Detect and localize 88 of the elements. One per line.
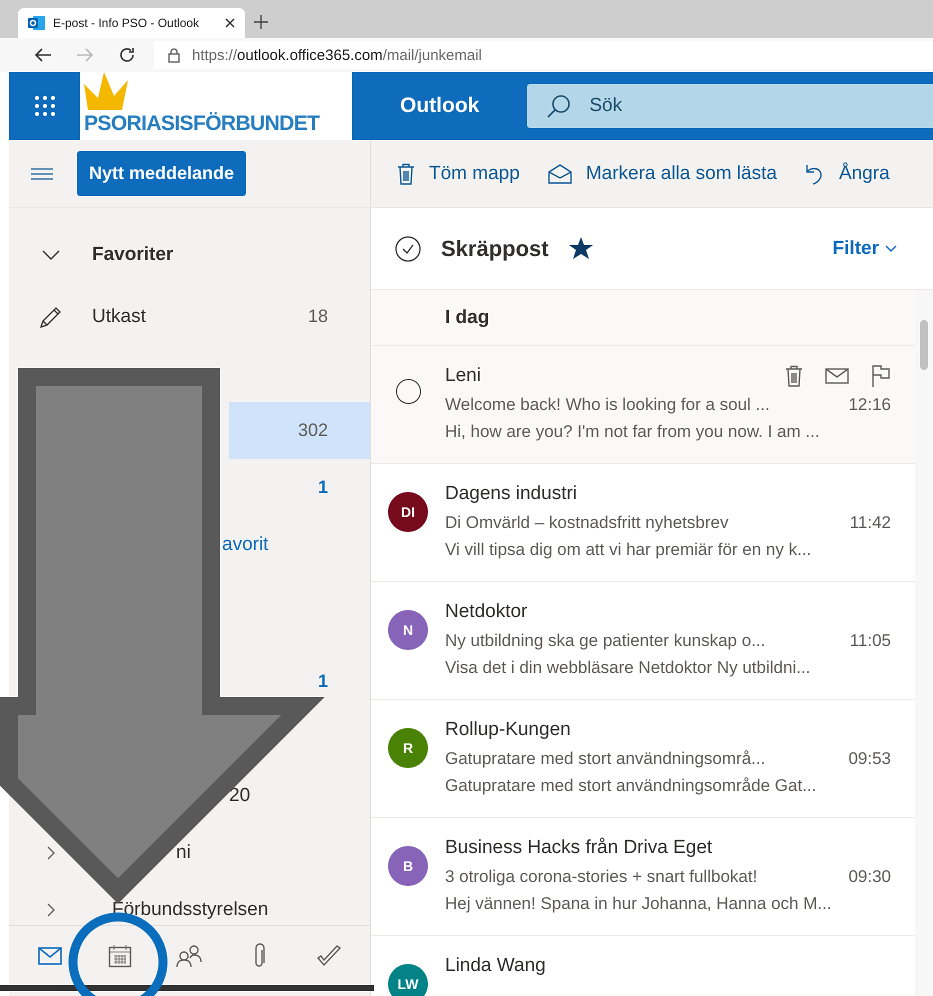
message-time: 11:05 [850,631,891,651]
message-row[interactable]: DI Dagens industri Di Omvärld – kostnadsfritt nyhetsbrev 11:42 Vi vill tipsa dig om att vi har premiär för en ny k... [371,464,915,582]
avatar: LW [388,964,428,996]
unread-count: 1 [318,671,329,692]
message-row[interactable]: N Netdoktor Ny utbildning ska ge patienter kunskap o... 11:05 Visa det i din webbläsare Netdoktor Ny utbildni... [371,582,915,700]
people-icon [176,944,202,968]
chevron-down-icon [885,244,897,252]
address-bar[interactable]: https://outlook.office365.com/mail/junkemail [154,41,933,69]
message-row[interactable]: Leni Welcome back! Who is looking for a soul ... 12:16 Hi, how are you? I'm not far from you now. I am ... [371,346,915,464]
message-subject: Ny utbildning ska ge patienter kunskap o... [445,631,766,651]
trash-icon [785,365,803,387]
message-time: 09:30 [848,867,891,887]
app-name: Outlook [399,94,480,118]
toolbar-button[interactable]: Ångra [804,158,890,188]
chevron-down-icon[interactable] [42,250,60,260]
select-all-icon[interactable] [395,236,421,262]
outlook-icon [28,15,45,31]
mark-read-button[interactable] [825,368,849,384]
chevron-right-icon[interactable] [46,846,54,860]
avatar: N [388,610,428,650]
message-subject: 3 otroliga corona-stories + snart fullbokat! [445,867,758,887]
message-time: 09:53 [848,749,891,769]
message-preview: Hej vännen! Spana in hur Johanna, Hanna och M... [445,894,833,914]
avatar: R [388,728,428,768]
app-launcher-icon[interactable] [34,96,54,116]
folder-label[interactable]: ni [176,842,191,864]
logo-text: PSORIASISFÖRBUNDET [84,112,320,136]
select-radio[interactable] [396,379,420,404]
message-preview: Gatupratare med stort användningsområde Gat... [445,776,818,796]
add-favorite-link[interactable]: avorit [222,534,268,556]
message-subject: Welcome back! Who is looking for a soul ... [445,395,770,415]
flag-button[interactable] [871,365,891,387]
sender-name: Leni [445,365,482,387]
sender-name: Netdoktor [445,601,528,623]
new-tab-icon[interactable] [253,14,269,30]
pencil-icon [38,304,62,328]
lock-icon [168,48,180,62]
unread-count: 1 [318,477,329,498]
search-icon [547,94,572,118]
star-icon[interactable] [568,237,593,260]
sender-name: Rollup-Kungen [445,719,572,741]
sender-name: Business Hacks från Driva Eget [445,837,714,859]
new-message-button[interactable]: Nytt meddelande [77,151,246,196]
flag-icon [871,365,891,387]
browser-tab[interactable]: E-post - Info PSO - Outlook [18,8,245,38]
trash-icon [397,162,415,184]
avatar: B [388,846,428,886]
sender-name: Dagens industri [445,483,578,505]
message-preview: Hi, how are you? I'm not far from you now. I am ... [445,422,821,442]
avatar: DI [388,492,428,532]
menu-icon[interactable] [31,168,53,180]
section-heading[interactable]: Favoriter [92,244,370,266]
search-field[interactable]: Sök [589,95,790,117]
open-envelope-icon [548,164,572,184]
checkmark-icon [316,944,342,966]
message-subject: Gatupratare med stort användningsområ... [445,749,766,769]
calendar-icon [108,944,132,968]
message-time: 11:42 [850,513,891,533]
toolbar-button[interactable]: Markera alla som lästa [548,158,777,188]
chevron-right-icon[interactable] [46,902,54,916]
message-row[interactable]: B Business Hacks från Driva Eget 3 otroliga corona-stories + snart fullbokat! 09:30 Hej vännen! Spana in hur Johanna, Hanna och M... [371,818,915,936]
search-box[interactable]: Sök [527,84,933,128]
message-row[interactable]: R Rollup-Kungen Gatupratare med stort användningsområ... 09:53 Gatupratare med stort användningsområde Gat... [371,700,915,818]
group-heading: I dag [445,306,490,328]
filter-button[interactable]: Filter [826,236,903,260]
scrollbar[interactable] [915,290,933,996]
message-subject: Di Omvärld – kostnadsfritt nyhetsbrev [445,513,728,533]
mail-icon [38,946,62,964]
tab-title: E-post - Info PSO - Outlook [53,16,200,30]
message-preview: Visa det i din webbläsare Netdoktor Ny utbildni... [445,658,812,678]
reload-icon[interactable] [118,46,136,64]
folder-label: 20 [229,784,250,806]
envelope-icon [825,368,849,384]
selected-folder-row[interactable]: 302 [229,402,370,459]
url-text: https://outlook.office365.com/mail/junkemail [192,46,482,64]
toolbar-button[interactable]: Töm mapp [397,158,520,188]
back-icon[interactable] [34,47,52,63]
message-time: 12:16 [848,395,891,415]
message-preview: Vi vill tipsa dig om att vi har premiär för en ny k... [445,540,812,560]
folder-title: Skräppost [441,236,549,262]
unread-count: 302 [298,420,329,441]
close-icon[interactable] [225,18,235,28]
unread-count: 18 [308,306,329,327]
sender-name: Linda Wang [445,955,547,977]
folder-label: Utkast [92,306,147,328]
message-row[interactable]: LW Linda Wang [371,936,915,996]
folder-label[interactable]: Förbundsstyrelsen [92,898,370,920]
delete-button[interactable] [785,365,803,387]
